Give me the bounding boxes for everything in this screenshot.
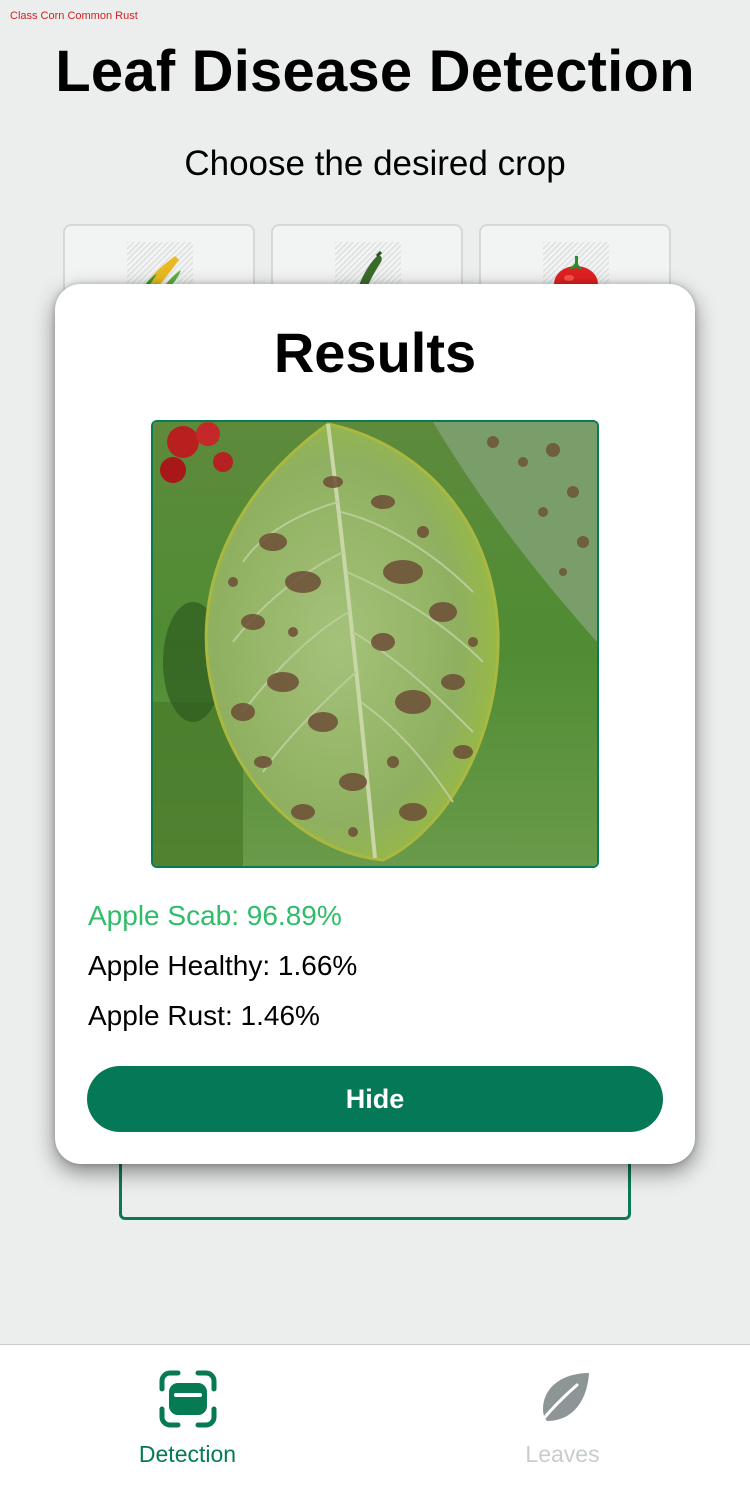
leaf-icon <box>533 1369 593 1429</box>
scan-icon <box>158 1369 218 1429</box>
hide-button[interactable]: Hide <box>87 1066 663 1132</box>
results-title: Results <box>273 321 477 384</box>
page-title: Leaf Disease Detection <box>55 39 695 104</box>
result-second: Apple Healthy: 1.66% <box>88 950 358 981</box>
results-modal: Results Apple Scab: 96.89% Apple Healthy… <box>55 284 695 1164</box>
crop-prompt: Choose the desired crop <box>184 144 566 183</box>
diseased-apple-leaf-photo <box>153 422 597 866</box>
bottom-tab-bar: Detection Leaves <box>0 1344 750 1500</box>
tab-detection[interactable]: Detection <box>0 1345 375 1500</box>
result-leaf-image <box>151 420 599 868</box>
tab-detection-label: Detection <box>138 1441 237 1467</box>
debug-class-label: Class Corn Common Rust <box>10 10 138 22</box>
tab-leaves-label: Leaves <box>525 1441 600 1467</box>
result-top: Apple Scab: 96.89% <box>88 900 342 931</box>
result-third: Apple Rust: 1.46% <box>88 1000 320 1031</box>
tab-leaves[interactable]: Leaves <box>375 1345 750 1500</box>
